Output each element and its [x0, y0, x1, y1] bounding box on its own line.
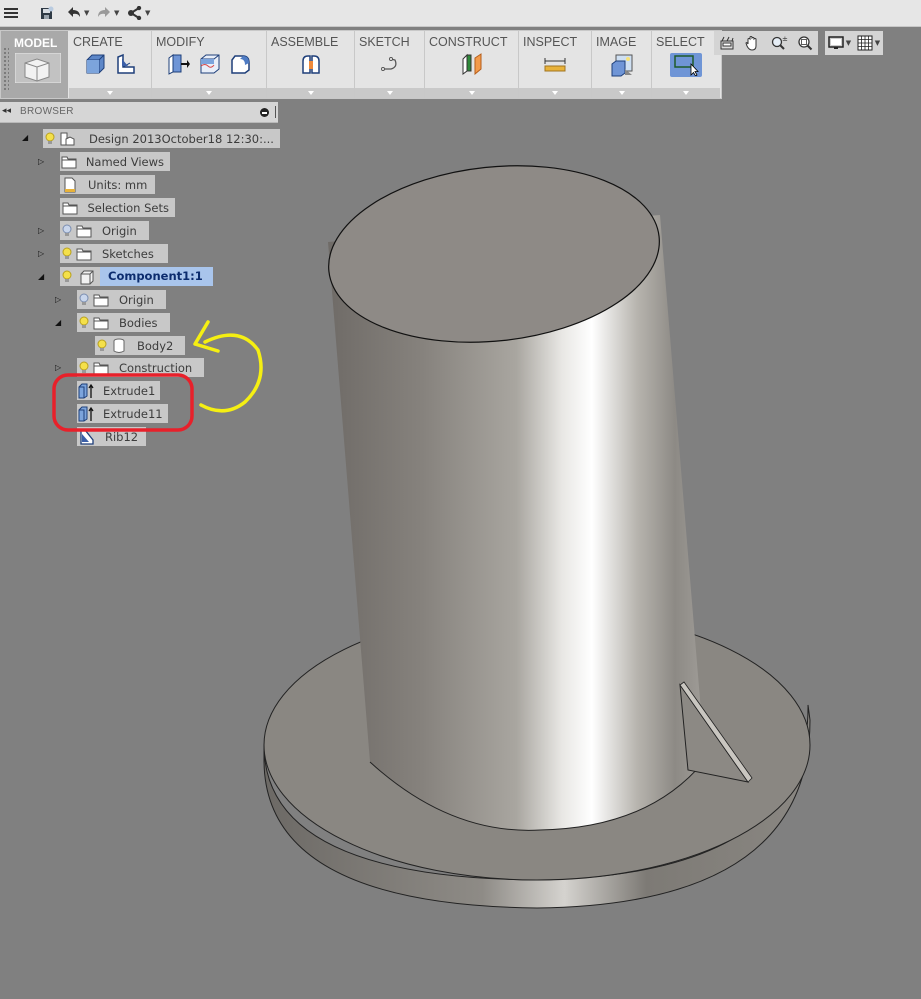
cylinder-body: [328, 165, 706, 831]
viewport-3d-model[interactable]: [0, 0, 921, 999]
